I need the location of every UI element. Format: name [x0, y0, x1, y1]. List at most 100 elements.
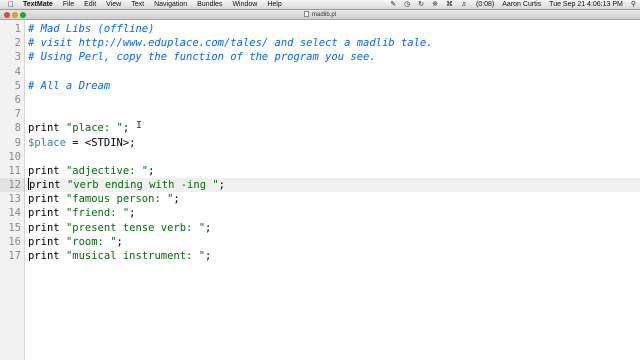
line-number: 2 — [14, 37, 21, 50]
window-titlebar: madlib.pl — [0, 10, 640, 20]
menu-app-name[interactable]: TextMate — [18, 0, 58, 10]
line-text[interactable]: print "room: "; — [28, 235, 123, 249]
line-number: 7 — [14, 108, 21, 121]
menu-file[interactable]: File — [58, 0, 79, 10]
code-line[interactable]: 17 print "musical instrument: "; — [0, 249, 640, 263]
line-text[interactable]: # visit http://www.eduplace.com/tales/ a… — [28, 36, 433, 50]
line-number: 9 — [14, 136, 21, 149]
menu-bundles[interactable]: Bundles — [192, 0, 227, 10]
line-number: 15 — [8, 221, 21, 234]
menu-bar:  TextMate File Edit View Text Navigatio… — [0, 0, 640, 10]
code-line[interactable]: 13 print "famous person: "; — [0, 192, 640, 206]
code-line[interactable]: 15 print "present tense verb: "; — [0, 221, 640, 235]
line-text[interactable]: print "place: "; — [28, 121, 129, 135]
menu-view[interactable]: View — [101, 0, 126, 10]
code-token: $place — [28, 136, 66, 149]
bluetooth-icon[interactable]: ※ — [428, 0, 442, 10]
menu-window[interactable]: Window — [227, 0, 262, 10]
line-number: 11 — [8, 164, 21, 177]
code-token: print — [28, 207, 66, 220]
code-area[interactable]: 1 # Mad Libs (offline) 2 # visit http://www… — [0, 22, 640, 263]
code-token: "friend: " — [65, 207, 130, 220]
code-line[interactable]: 9 $place = <STDIN>; — [0, 136, 640, 150]
battery-status[interactable]: (0:08) — [472, 0, 498, 10]
code-token: print — [29, 179, 67, 192]
magnifier-icon[interactable]: ⚲ — [627, 0, 640, 10]
code-token: ; — [205, 221, 212, 234]
line-number: 8 — [14, 122, 21, 135]
line-number: 6 — [14, 93, 21, 106]
code-token: print — [28, 164, 66, 177]
code-token: ; — [116, 235, 123, 248]
code-line[interactable]: 8 print "place: "; — [0, 121, 640, 135]
code-line[interactable]: 5 # All a Dream — [0, 79, 640, 93]
window-title: madlib.pl — [0, 10, 640, 20]
code-token: "adjective: " — [65, 164, 149, 177]
code-line[interactable]: 10 — [0, 150, 640, 164]
code-token: "room: " — [65, 235, 117, 248]
apple-logo-icon[interactable]:  — [4, 0, 18, 9]
code-token: ; — [129, 207, 136, 220]
code-line[interactable]: 16 print "room: "; — [0, 235, 640, 249]
code-line[interactable]: 12 print "verb ending with -ing "; — [0, 178, 640, 193]
script-icon[interactable]: ✎ — [386, 0, 400, 10]
code-line[interactable]: 1 # Mad Libs (offline) — [0, 22, 640, 36]
code-token: ; — [205, 250, 212, 262]
line-number: 5 — [14, 79, 21, 92]
line-number: 12 — [8, 179, 21, 192]
code-token: "musical instrument: " — [65, 250, 206, 262]
line-text[interactable]: print "famous person: "; — [28, 192, 180, 206]
code-token: print — [28, 193, 66, 206]
menu-help[interactable]: Help — [262, 0, 286, 10]
wifi-icon[interactable]: ⌘ — [442, 0, 457, 10]
line-text[interactable]: # Using Perl, copy the function of the p… — [28, 50, 376, 64]
code-token: "famous person: " — [65, 193, 174, 206]
window-title-text: madlib.pl — [311, 12, 336, 18]
line-text[interactable]: print "present tense verb: "; — [28, 221, 211, 235]
sync-icon[interactable]: ↻ — [414, 0, 428, 10]
line-text[interactable]: # All a Dream — [28, 79, 110, 93]
code-token: ; — [173, 193, 180, 206]
code-line[interactable]: 14 print "friend: "; — [0, 206, 640, 220]
code-token: print — [28, 250, 66, 262]
code-editor[interactable]: 1 # Mad Libs (offline) 2 # visit http://www… — [0, 20, 640, 360]
line-text[interactable]: print "musical instrument: "; — [28, 249, 211, 263]
line-text[interactable]: $place = <STDIN>; — [28, 136, 135, 150]
clock-icon[interactable]: ◷ — [400, 0, 414, 10]
code-line[interactable]: 4 — [0, 65, 640, 79]
code-token: # All a Dream — [28, 79, 111, 92]
menu-edit[interactable]: Edit — [79, 0, 101, 10]
line-text[interactable]: print "friend: "; — [28, 206, 135, 220]
mouse-ibeam-cursor-icon: I — [136, 120, 143, 131]
line-number: 17 — [8, 250, 21, 262]
code-line[interactable]: 3 # Using Perl, copy the function of the … — [0, 50, 640, 64]
code-token: print — [28, 221, 66, 234]
code-line[interactable]: 2 # visit http://www.eduplace.com/tales/ … — [0, 36, 640, 50]
user-name[interactable]: Aaron Curtis — [498, 0, 545, 10]
clock-datetime[interactable]: Tue Sep 21 4:06:13 PM — [545, 0, 627, 10]
line-text[interactable]: print "verb ending with -ing "; — [28, 178, 225, 192]
line-number: 13 — [8, 193, 21, 206]
code-token: # Using Perl, copy the function of the p… — [28, 51, 376, 64]
code-token: print — [28, 235, 66, 248]
code-token: = <STDIN>; — [65, 136, 136, 149]
volume-icon[interactable]: ♬ — [457, 0, 472, 10]
code-line[interactable]: 11 print "adjective: "; — [0, 164, 640, 178]
code-token: ; — [148, 164, 155, 177]
code-token: "present tense verb: " — [65, 221, 206, 234]
line-number: 4 — [14, 65, 21, 78]
line-number: 3 — [14, 51, 21, 64]
line-number: 10 — [8, 150, 21, 163]
line-text[interactable]: print "adjective: "; — [28, 164, 154, 178]
menu-navigation[interactable]: Navigation — [149, 0, 192, 10]
line-number: 16 — [8, 235, 21, 248]
line-text[interactable]: # Mad Libs (offline) — [28, 22, 154, 36]
code-line[interactable]: 6 — [0, 93, 640, 107]
code-token: ; — [122, 122, 130, 135]
menu-text[interactable]: Text — [126, 0, 149, 10]
code-line[interactable]: 7 — [0, 107, 640, 121]
code-token: # Mad Libs (offline) — [28, 23, 155, 35]
document-icon — [303, 11, 309, 17]
code-token: "place: " — [65, 122, 123, 135]
line-number: 1 — [14, 23, 21, 35]
